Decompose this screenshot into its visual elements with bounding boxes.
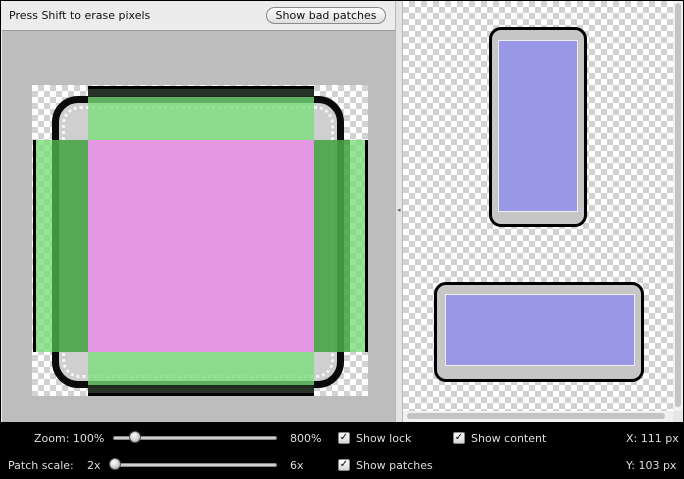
bottom-patch-marker <box>88 393 314 396</box>
show-content-label: Show content <box>471 432 547 445</box>
show-patches-label: Show patches <box>356 459 433 472</box>
preview-vertical-scrollbar[interactable] <box>673 1 683 411</box>
show-content-checkbox[interactable]: ✓ <box>453 432 465 444</box>
scroll-corner <box>673 411 683 422</box>
erase-hint: Press Shift to erase pixels <box>9 9 151 22</box>
show-bad-patches-button[interactable]: Show bad patches <box>266 7 386 24</box>
right-patch-marker <box>365 140 368 352</box>
zoom-slider-thumb[interactable] <box>129 431 141 443</box>
x-coordinate-readout: X: 111 px <box>626 432 679 445</box>
stretch-overlap-left <box>52 140 88 352</box>
preview-horizontal-scrollbar[interactable] <box>403 411 673 422</box>
zoom-label: Zoom: 100% <box>34 432 105 445</box>
stretch-overlap-bottom <box>88 385 314 393</box>
draw9patch-window: Press Shift to erase pixels Show bad pat… <box>1 1 683 478</box>
show-lock-label: Show lock <box>356 432 412 445</box>
tall-preview-content <box>498 40 578 212</box>
vertical-scroll-thumb[interactable] <box>675 3 681 407</box>
split-divider[interactable]: ◂ <box>395 1 403 422</box>
patch-region <box>88 140 314 352</box>
preview-area <box>403 1 673 411</box>
wide-preview-content <box>445 294 635 366</box>
patch-scale-slider-track[interactable] <box>113 463 277 467</box>
resize-grip-icon: ◂ <box>397 206 401 214</box>
stretch-overlap-top <box>88 89 314 97</box>
tall-preview <box>489 27 587 227</box>
patch-scale-label: Patch scale: <box>8 459 74 472</box>
wide-preview <box>434 282 644 382</box>
horizontal-scroll-thumb[interactable] <box>407 413 665 419</box>
y-coordinate-readout: Y: 103 px <box>626 459 677 472</box>
zoom-max-label: 800% <box>290 432 322 445</box>
patch-scale-min-label: 2x <box>87 459 101 472</box>
stretch-overlap-right <box>314 140 350 352</box>
patch-editor-canvas[interactable] <box>2 30 395 423</box>
show-lock-checkbox[interactable]: ✓ <box>338 432 350 444</box>
patch-scale-max-label: 6x <box>290 459 304 472</box>
control-bar: Zoom: 100% 800% Patch scale: 2x 6x ✓ Sho… <box>1 422 683 478</box>
patch-scale-slider-thumb[interactable] <box>109 458 121 470</box>
show-patches-checkbox[interactable]: ✓ <box>338 459 350 471</box>
